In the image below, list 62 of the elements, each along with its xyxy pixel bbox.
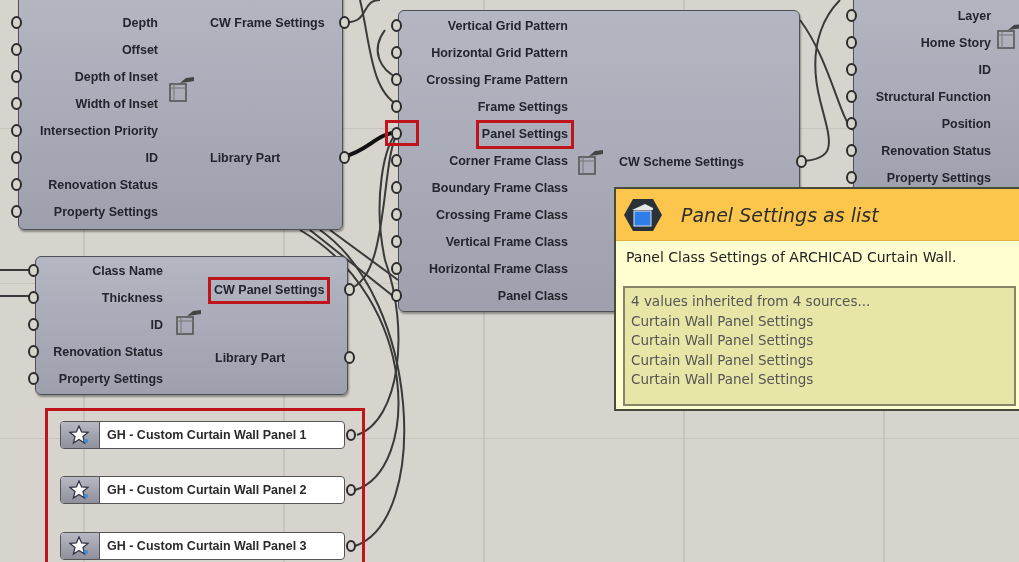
list-value: GH - Custom Curtain Wall Panel 3 (106, 538, 308, 555)
output-label: CW Frame Settings (209, 14, 326, 32)
input-label: Renovation Status (880, 142, 992, 160)
star-button[interactable] (61, 533, 100, 559)
value-text: Curtain Wall Panel Settings (631, 350, 815, 370)
component-icon (173, 307, 203, 337)
input-label: Renovation Status (47, 176, 159, 194)
output-label: CW Panel Settings (208, 276, 331, 304)
input-label: Crossing Frame Pattern (425, 71, 569, 89)
input-label: Vertical Grid Pattern (446, 17, 569, 35)
tooltip-description: Panel Class Settings of ARCHICAD Curtain Wall. (625, 248, 958, 267)
input-label: Property Settings (57, 370, 164, 388)
input-label: ID (144, 149, 159, 167)
value-list[interactable]: GH - Custom Curtain Wall Panel 1 (60, 421, 345, 449)
input-label: Position (940, 115, 992, 133)
input-label: Horizontal Frame Class (428, 260, 569, 278)
value-text: 4 values inherited from 4 sources... (631, 292, 872, 311)
input-label: Frame Settings (476, 98, 569, 116)
star-icon (69, 480, 91, 500)
value-list[interactable]: GH - Custom Curtain Wall Panel 3 (60, 532, 345, 560)
list-value: GH - Custom Curtain Wall Panel 1 (106, 427, 308, 444)
input-label: Panel Class (496, 287, 569, 305)
input-label: Property Settings (52, 203, 159, 221)
tooltip-title: Panel Settings as list (681, 203, 879, 226)
list-value: GH - Custom Curtain Wall Panel 2 (106, 482, 308, 499)
component-icon (575, 147, 605, 177)
input-label: Intersection Priority (38, 122, 159, 140)
component-icon (166, 74, 196, 104)
input-label: Offset (120, 41, 159, 59)
star-icon (69, 536, 91, 556)
star-button[interactable] (61, 422, 100, 448)
component-node[interactable]: Class Name Thickness ID Renovation Status Property Settings CW Panel Settings Library Part (35, 256, 348, 395)
value-text: Curtain Wall Panel Settings (631, 311, 815, 331)
output-label: Library Part (209, 149, 282, 167)
output-label: CW Scheme Settings (618, 153, 746, 171)
parameter-icon (623, 196, 663, 233)
input-label: Boundary Frame Class (430, 179, 569, 197)
value-list[interactable]: GH - Custom Curtain Wall Panel 2 (60, 476, 345, 504)
star-icon (69, 425, 91, 445)
input-label: Layer (956, 7, 992, 25)
input-label: Class Name (91, 262, 164, 280)
value-text: Curtain Wall Panel Settings (631, 331, 815, 350)
star-button[interactable] (61, 477, 100, 503)
value-text: Curtain Wall Panel Settings (631, 370, 815, 389)
component-icon (994, 21, 1019, 51)
input-label: Depth (121, 14, 159, 32)
input-label: Vertical Frame Class (444, 233, 569, 251)
input-label: Width of Inset (74, 95, 159, 113)
input-label: Home Story (919, 34, 992, 52)
input-label: Structural Function (874, 88, 992, 106)
output-label: Library Part (214, 349, 287, 367)
input-label: Property Settings (885, 169, 992, 187)
input-label: Horizontal Grid Pattern (430, 44, 569, 62)
input-label: ID (149, 316, 164, 334)
component-node[interactable]: Depth Offset Depth of Inset Width of Inset Intersection Priority ID Renovation Status Property Settings CW Frame Settings Library Part (18, 0, 343, 230)
input-label: Panel Settings (475, 119, 574, 149)
input-label: Thickness (100, 289, 164, 307)
input-label: Depth of Inset (73, 68, 159, 86)
input-label: Corner Frame Class (448, 152, 569, 170)
input-label: Crossing Frame Class (435, 206, 569, 224)
input-label: ID (977, 61, 992, 79)
input-label: Renovation Status (52, 343, 164, 361)
